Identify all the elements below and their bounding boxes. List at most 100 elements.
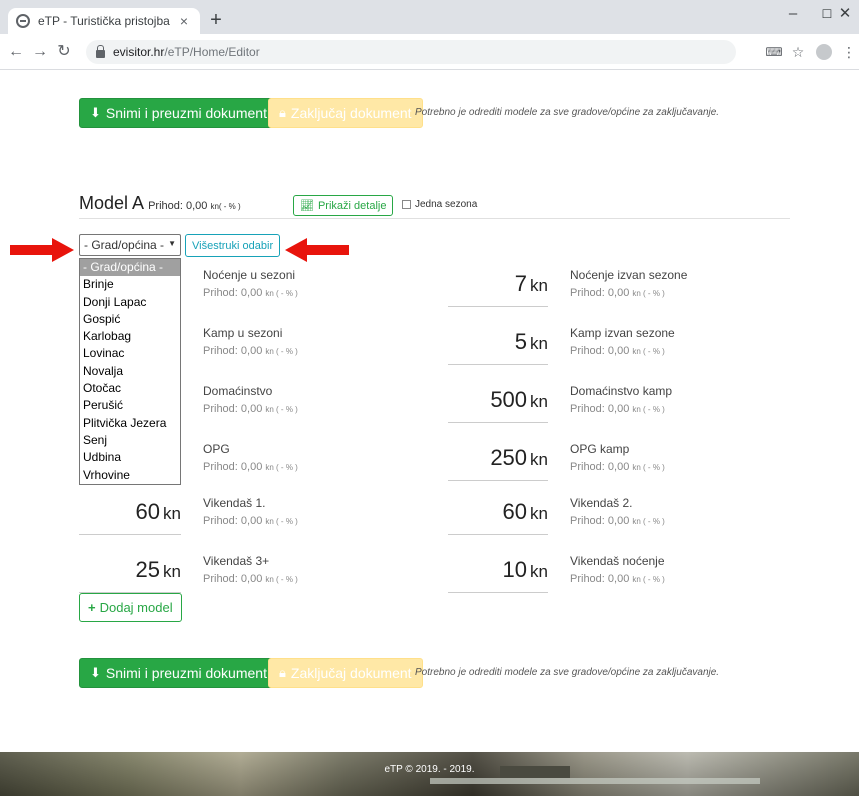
tariff-income: Prihod: 0,00 kn ( - % ): [203, 287, 298, 299]
tariff-price-input[interactable]: 7 kn: [448, 271, 548, 307]
url-host: evisitor.hr: [113, 45, 165, 59]
bookmark-star-icon[interactable]: ☆: [788, 42, 808, 62]
padlock-icon: 🔒︎: [279, 105, 286, 120]
tariff-price-value: 500: [490, 387, 528, 412]
show-details-label: Prikaži detalje: [317, 199, 387, 212]
tariff-price-value: 250: [490, 445, 528, 470]
save-download-button[interactable]: ⬇ Snimi i preuzmi dokument: [79, 98, 278, 128]
city-option[interactable]: Donji Lapac: [80, 294, 180, 311]
tariff-price-input[interactable]: 60 kn: [448, 499, 548, 535]
padlock-icon: 🔒︎: [279, 665, 286, 680]
tariff-income: Prihod: 0,00 kn ( - % ): [203, 515, 298, 527]
lock-document-button-bottom[interactable]: 🔒︎ Zaključaj dokument: [268, 658, 423, 688]
lock-document-label: Zaključaj dokument: [290, 665, 412, 681]
tariff-income: Prihod: 0,00 kn ( - % ): [570, 573, 665, 585]
city-select[interactable]: - Grad/općina - ▼: [79, 234, 181, 256]
tab-close-icon[interactable]: ×: [176, 13, 192, 29]
currency-unit: kn: [163, 562, 181, 581]
divider: [79, 218, 790, 219]
tariff-income: Prihod: 0,00 kn ( - % ): [570, 403, 665, 415]
tariff-price-value: 60: [502, 499, 528, 524]
save-download-label: Snimi i preuzmi dokument: [105, 105, 267, 121]
red-arrow-left-icon: [285, 238, 349, 262]
tariff-income: Prihod: 0,00 kn ( - % ): [570, 345, 665, 357]
profile-avatar-icon[interactable]: [816, 44, 832, 60]
tariff-price-input[interactable]: 25 kn: [79, 557, 181, 593]
tariff-income: Prihod: 0,00 kn ( - % ): [570, 461, 665, 473]
tariff-label: Vikendaš 2.: [570, 496, 633, 510]
footer-river-image: [430, 778, 760, 784]
close-window-button[interactable]: ✕: [831, 0, 859, 30]
footer-copyright: eTP © 2019. - 2019.: [384, 764, 475, 775]
city-select-value: - Grad/općina -: [84, 238, 165, 252]
city-option[interactable]: - Grad/općina -: [80, 259, 180, 277]
tariff-label: Vikendaš 3+: [203, 554, 270, 568]
multi-select-button[interactable]: Višestruki odabir: [185, 234, 281, 257]
reload-icon[interactable]: ↻: [54, 42, 74, 62]
city-option[interactable]: Senj: [80, 432, 180, 449]
city-option[interactable]: Lovinac: [80, 345, 180, 362]
tariff-income: Prihod: 0,00 kn ( - % ): [203, 403, 298, 415]
translate-icon[interactable]: ⌨: [764, 42, 784, 62]
currency-unit: kn: [530, 450, 548, 469]
tariff-price-input[interactable]: 60 kn: [79, 499, 181, 535]
tariff-label: OPG: [203, 442, 230, 456]
tariff-price-value: 25: [135, 557, 161, 582]
currency-unit: kn: [530, 334, 548, 353]
currency-unit: kn: [163, 504, 181, 523]
city-option[interactable]: Brinje: [80, 276, 180, 293]
caret-down-icon: ▼: [168, 239, 176, 248]
tariff-label: Domaćinstvo kamp: [570, 384, 673, 398]
single-season-checkbox[interactable]: Jedna sezona: [402, 199, 477, 210]
city-option[interactable]: Otočac: [80, 380, 180, 397]
tariff-price-input[interactable]: 5 kn: [448, 329, 548, 365]
tariff-label: Kamp u sezoni: [203, 326, 283, 340]
tariff-price-value: 5: [514, 329, 528, 354]
currency-unit: kn: [530, 276, 548, 295]
red-arrow-right-icon: [10, 238, 74, 262]
tariff-income: Prihod: 0,00 kn ( - % ): [570, 287, 665, 299]
city-option[interactable]: Perušić: [80, 397, 180, 414]
multi-select-label: Višestruki odabir: [192, 239, 274, 252]
download-icon: ⬇: [90, 665, 101, 680]
lock-document-button[interactable]: 🔒︎ Zaključaj dokument: [268, 98, 423, 128]
save-download-button-bottom[interactable]: ⬇ Snimi i preuzmi dokument: [79, 658, 278, 688]
tariff-price-input[interactable]: 10 kn: [448, 557, 548, 593]
city-option[interactable]: Karlobag: [80, 328, 180, 345]
tariff-price-input[interactable]: 500 kn: [448, 387, 548, 423]
tariff-price-value: 60: [135, 499, 161, 524]
add-model-button[interactable]: + Dodaj model: [79, 593, 182, 622]
currency-unit: kn: [530, 392, 548, 411]
single-season-label: Jedna sezona: [415, 199, 478, 210]
checkbox-box[interactable]: [402, 200, 411, 209]
currency-unit: kn: [530, 562, 548, 581]
city-option[interactable]: Udbina: [80, 449, 180, 466]
currency-unit: kn: [530, 504, 548, 523]
browser-tab[interactable]: eTP - Turistička pristojba ×: [8, 8, 200, 34]
lock-hint-text-bottom: Potrebno je odrediti modele za sve grado…: [415, 667, 720, 678]
show-details-button[interactable]: 📈︎ Prikaži detalje: [293, 195, 394, 216]
city-option[interactable]: Novalja: [80, 363, 180, 380]
tariff-income: Prihod: 0,00 kn ( - % ): [203, 345, 298, 357]
city-option[interactable]: Vrhovine: [80, 467, 180, 484]
tariff-label: Vikendaš 1.: [203, 496, 266, 510]
tariff-income: Prihod: 0,00 kn ( - % ): [203, 573, 298, 585]
chart-icon: 📈︎: [300, 200, 314, 212]
lock-hint-text: Potrebno je odrediti modele za sve grado…: [415, 107, 720, 118]
tariff-price-input[interactable]: 250 kn: [448, 445, 548, 481]
city-option[interactable]: Plitvička Jezera: [80, 415, 180, 432]
tariff-price-value: 7: [514, 271, 528, 296]
menu-kebab-icon[interactable]: ⋮: [842, 42, 856, 62]
back-arrow-icon[interactable]: ←: [6, 42, 26, 62]
model-name: Model A: [79, 193, 144, 213]
tariff-label: Domaćinstvo: [203, 384, 273, 398]
editor-page: ⬇ Snimi i preuzmi dokument 🔒︎ Zaključaj …: [0, 71, 859, 796]
tariff-label: OPG kamp: [570, 442, 630, 456]
city-option[interactable]: Gospić: [80, 311, 180, 328]
tariff-label: Noćenje izvan sezone: [570, 268, 688, 282]
new-tab-button[interactable]: +: [206, 9, 226, 31]
tariff-income: Prihod: 0,00 kn ( - % ): [203, 461, 298, 473]
address-bar[interactable]: evisitor.hr/eTP/Home/Editor: [86, 40, 736, 64]
forward-arrow-icon[interactable]: →: [30, 42, 50, 62]
city-dropdown-list: - Grad/općina - Brinje Donji Lapac Gospić Ka…: [79, 258, 181, 485]
